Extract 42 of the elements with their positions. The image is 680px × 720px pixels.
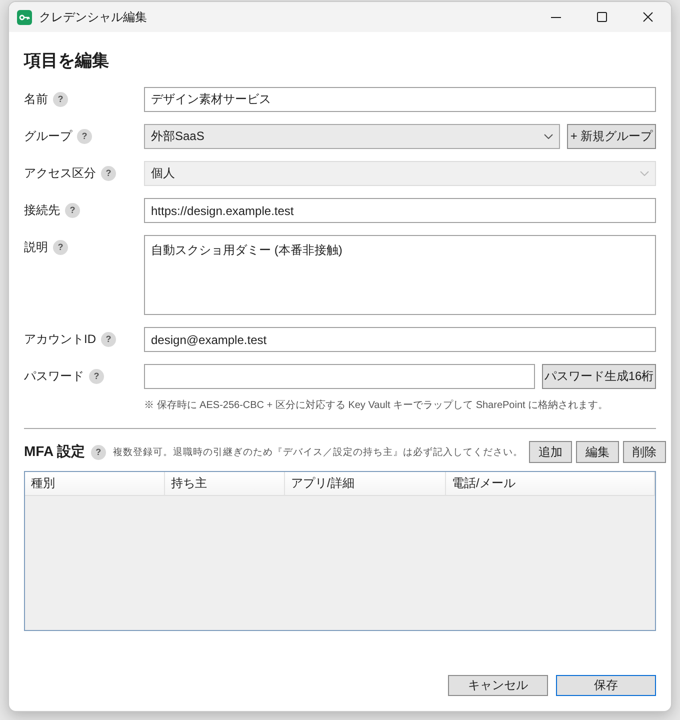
field-label: アカウントID <box>24 331 96 348</box>
window-title: クレデンシャル編集 <box>39 8 147 26</box>
password-input-field[interactable] <box>144 364 535 389</box>
chevron-down-icon <box>544 134 553 139</box>
field-label: 説明 <box>24 239 48 256</box>
field-label: パスワード <box>24 368 84 385</box>
dialog-button[interactable]: キャンセル <box>448 675 548 696</box>
dropdown-field: 個人 <box>144 161 656 186</box>
storage-note: ※ 保存時に AES-256-CBC + 区分に対応する Key Vault キーでラップして SharePoint に格納されます。 <box>144 399 608 413</box>
section-hint: 複数登録可。退職時の引継ぎのため『デバイス／設定の持ち主』は必ず記入してください。 <box>112 446 523 458</box>
dropdown-field[interactable]: 外部SaaS <box>144 124 560 149</box>
help-icon[interactable]: ? <box>53 92 68 107</box>
section-title: MFA 設定 <box>24 443 85 461</box>
mfa-action-button[interactable]: 追加 <box>528 441 572 463</box>
field-label: グループ <box>24 128 72 145</box>
help-icon[interactable]: ? <box>101 332 116 347</box>
mfa-action-button[interactable]: 編集 <box>576 441 619 463</box>
dialog-button[interactable]: 保存 <box>556 675 656 696</box>
text-input-field[interactable]: design@example.test <box>144 327 656 352</box>
column-header[interactable]: 持ち主 <box>165 472 285 496</box>
chevron-down-icon <box>640 171 649 176</box>
help-icon[interactable]: ? <box>89 369 104 384</box>
column-header[interactable]: 電話/メール <box>446 472 655 496</box>
field-label: 接続先 <box>24 202 60 219</box>
dialog-heading: 項目を編集 <box>24 50 109 72</box>
column-header[interactable]: アプリ/詳細 <box>285 472 446 496</box>
help-icon[interactable]: ? <box>90 444 106 460</box>
help-icon[interactable]: ? <box>53 240 68 255</box>
help-icon[interactable]: ? <box>65 203 80 218</box>
maximize-icon <box>597 12 607 22</box>
generate-password-button[interactable]: パスワード生成16桁 <box>542 364 656 389</box>
mfa-action-button[interactable]: 削除 <box>622 441 666 463</box>
help-icon[interactable]: ? <box>77 129 92 144</box>
field-label: アクセス区分 <box>24 165 96 182</box>
new-group-button[interactable]: + 新規グループ <box>567 124 656 149</box>
text-input-field[interactable]: デザイン素材サービス <box>144 87 656 112</box>
column-header[interactable]: 種別 <box>25 472 165 496</box>
text-area-field[interactable]: 自動スクショ用ダミー (本番非接触) <box>144 235 656 315</box>
field-label: 名前 <box>24 91 48 108</box>
key-icon <box>17 10 32 24</box>
text-input-field[interactable]: https://design.example.test <box>144 198 656 223</box>
close-icon <box>643 12 653 22</box>
